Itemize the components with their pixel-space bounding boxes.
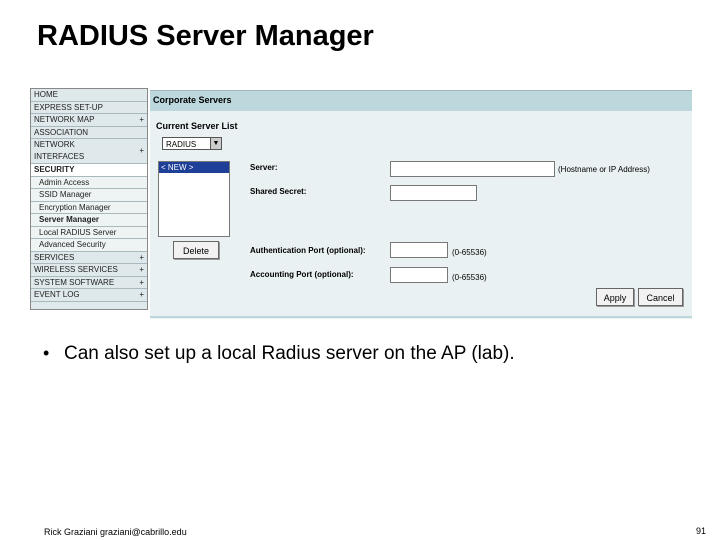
nav-item-admin-access[interactable]: Admin Access <box>31 176 147 189</box>
acct-port-hint: (0-65536) <box>452 273 487 282</box>
server-manager-panel: Corporate Servers Current Server List RA… <box>150 90 692 319</box>
nav-item-local-radius-server[interactable]: Local RADIUS Server <box>31 226 147 239</box>
nav-item-wireless-services[interactable]: WIRELESS SERVICES + <box>31 264 147 277</box>
expand-plus-icon[interactable]: + <box>139 252 144 264</box>
shared-secret-input[interactable] <box>390 185 477 201</box>
server-hint: (Hostname or IP Address) <box>558 165 650 174</box>
nav-item-network-interfaces[interactable]: NETWORK INTERFACES + <box>31 139 147 164</box>
nav-item-express-setup[interactable]: EXPRESS SET-UP <box>31 101 147 114</box>
nav-item-label: EVENT LOG <box>34 290 80 299</box>
expand-plus-icon[interactable]: + <box>139 145 144 157</box>
auth-port-input[interactable] <box>390 242 448 258</box>
server-type-value: RADIUS <box>166 140 197 149</box>
expand-plus-icon[interactable]: + <box>139 289 144 301</box>
server-type-select[interactable]: RADIUS ▼ <box>162 137 222 150</box>
cancel-button[interactable]: Cancel <box>638 288 683 306</box>
nav-item-security[interactable]: SECURITY <box>31 164 147 177</box>
nav-item-label: Local RADIUS Server <box>39 227 117 237</box>
footer-author: Rick Graziani graziani@cabrillo.edu <box>44 527 187 537</box>
nav-item-ssid-manager[interactable]: SSID Manager <box>31 189 147 202</box>
nav-item-event-log[interactable]: EVENT LOG + <box>31 289 147 302</box>
nav-item-label: SSID Manager <box>39 190 92 199</box>
acct-port-input[interactable] <box>390 267 448 283</box>
server-input[interactable] <box>390 161 555 177</box>
apply-button[interactable]: Apply <box>596 288 634 306</box>
nav-item-label: Advanced Security <box>39 240 106 249</box>
panel-bottom-bar <box>150 316 692 318</box>
nav-item-label: Encryption Manager <box>39 202 111 212</box>
bullet-icon: • <box>43 343 50 363</box>
nav-item-label: ASSOCIATION <box>34 127 89 137</box>
nav-item-label: NETWORK <box>34 140 75 149</box>
nav-item-label: SYSTEM SOFTWARE <box>34 277 115 287</box>
nav-item-label: Admin Access <box>39 177 90 187</box>
auth-port-hint: (0-65536) <box>452 248 487 257</box>
chevron-down-icon[interactable]: ▼ <box>210 138 221 149</box>
nav-item-label: EXPRESS SET-UP <box>34 102 103 112</box>
nav-item-label: SERVICES <box>34 252 75 262</box>
panel-header: Corporate Servers <box>150 91 692 111</box>
nav-item-association[interactable]: ASSOCIATION <box>31 126 147 139</box>
nav-item-services[interactable]: SERVICES + <box>31 251 147 264</box>
nav-item-server-manager[interactable]: Server Manager <box>31 214 147 227</box>
expand-plus-icon[interactable]: + <box>139 277 144 289</box>
shared-secret-label: Shared Secret: <box>250 187 307 196</box>
nav-item-label: INTERFACES <box>34 151 85 161</box>
nav-item-label: HOME <box>34 90 58 99</box>
nav-item-label: Server Manager <box>39 215 100 224</box>
auth-port-label: Authentication Port (optional): <box>250 246 366 255</box>
nav-item-home[interactable]: HOME <box>31 89 147 102</box>
nav-item-label: SECURITY <box>34 165 75 174</box>
nav-item-network-map[interactable]: NETWORK MAP + <box>31 114 147 127</box>
nav-item-advanced-security[interactable]: Advanced Security <box>31 239 147 252</box>
server-list-title: Current Server List <box>156 121 238 131</box>
list-item[interactable]: < NEW > <box>159 162 229 173</box>
nav-item-encryption-manager[interactable]: Encryption Manager <box>31 201 147 214</box>
nav-item-label: NETWORK MAP <box>34 115 95 124</box>
server-label: Server: <box>250 163 278 172</box>
ap-screenshot: HOME EXPRESS SET-UP NETWORK MAP + ASSOCIA… <box>30 88 692 320</box>
bullet-text: Can also set up a local Radius server on… <box>64 343 515 364</box>
delete-button[interactable]: Delete <box>173 241 219 259</box>
sidebar-nav: HOME EXPRESS SET-UP NETWORK MAP + ASSOCIA… <box>30 88 148 310</box>
list-item-label: < NEW > <box>161 163 194 172</box>
nav-item-system-software[interactable]: SYSTEM SOFTWARE + <box>31 276 147 289</box>
server-list[interactable]: < NEW > <box>158 161 230 237</box>
expand-plus-icon[interactable]: + <box>139 264 144 276</box>
expand-plus-icon[interactable]: + <box>139 114 144 126</box>
slide-title: RADIUS Server Manager <box>37 20 374 52</box>
acct-port-label: Accounting Port (optional): <box>250 270 354 279</box>
nav-item-label: WIRELESS SERVICES <box>34 265 118 274</box>
page-number: 91 <box>695 526 706 536</box>
panel-title: Corporate Servers <box>153 95 232 105</box>
